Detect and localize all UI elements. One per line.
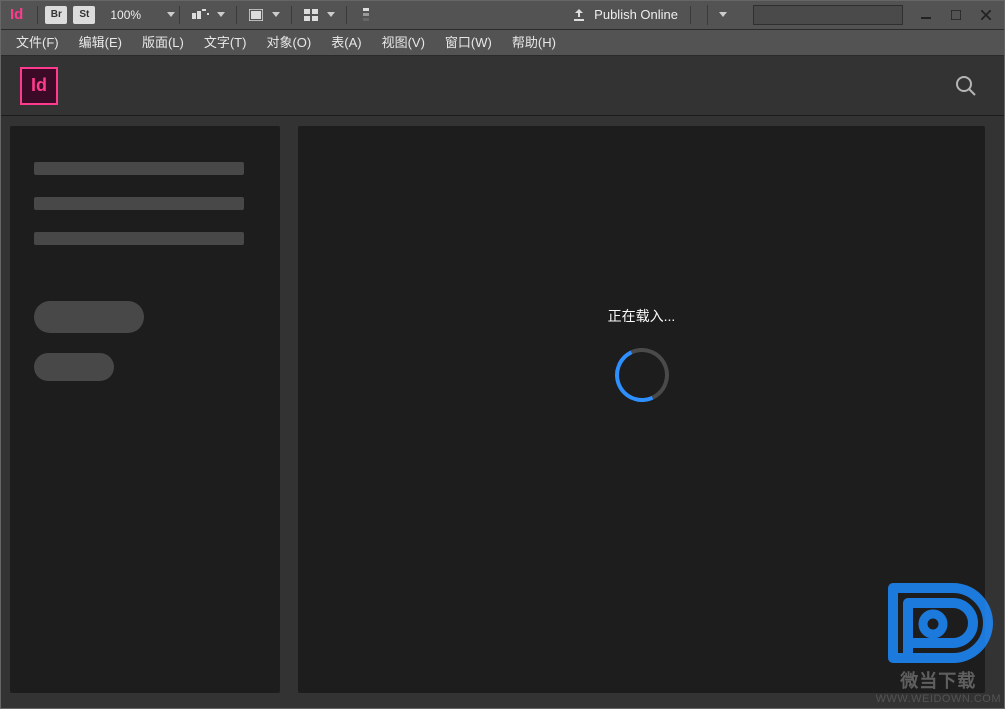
menu-view[interactable]: 视图(V) bbox=[372, 30, 435, 56]
left-panel bbox=[10, 126, 280, 693]
skeleton-line bbox=[34, 162, 244, 175]
menu-edit[interactable]: 编辑(E) bbox=[69, 30, 132, 56]
loading-spinner-icon bbox=[607, 340, 676, 409]
divider bbox=[690, 6, 691, 24]
menu-table[interactable]: 表(A) bbox=[321, 30, 371, 56]
view-mode-icons bbox=[192, 6, 375, 24]
publish-label: Publish Online bbox=[594, 7, 678, 22]
screen-mode-icon[interactable] bbox=[192, 8, 210, 22]
logo-row: Id bbox=[0, 56, 1005, 116]
maximize-button[interactable] bbox=[941, 4, 971, 26]
menu-window[interactable]: 窗口(W) bbox=[435, 30, 502, 56]
divider bbox=[179, 6, 180, 24]
chevron-down-icon[interactable] bbox=[217, 12, 225, 17]
main-panel: 正在载入... bbox=[298, 126, 985, 693]
minimize-button[interactable] bbox=[911, 4, 941, 26]
publish-online-button[interactable]: Publish Online bbox=[564, 5, 745, 25]
chevron-down-icon bbox=[719, 12, 727, 17]
search-icon[interactable] bbox=[955, 75, 977, 97]
indesign-logo[interactable]: Id bbox=[20, 67, 58, 105]
menu-type[interactable]: 文字(T) bbox=[194, 30, 257, 56]
close-button[interactable] bbox=[971, 4, 1001, 26]
title-search-input[interactable] bbox=[753, 5, 903, 25]
chevron-down-icon[interactable] bbox=[272, 12, 280, 17]
zoom-value: 100% bbox=[110, 8, 141, 22]
divider bbox=[37, 6, 38, 24]
bridge-icon[interactable]: Br bbox=[45, 6, 67, 24]
body: 正在载入... bbox=[0, 116, 1005, 709]
upload-icon bbox=[572, 8, 586, 22]
loading-text: 正在载入... bbox=[608, 306, 676, 326]
title-bar: Id Br St 100% Publish Online bbox=[0, 0, 1005, 30]
divider bbox=[236, 6, 237, 24]
app-label: Id bbox=[4, 6, 33, 23]
menu-layout[interactable]: 版面(L) bbox=[132, 30, 194, 56]
arrange-icon[interactable] bbox=[302, 8, 320, 22]
view-mode-normal-icon[interactable] bbox=[247, 8, 265, 22]
menu-object[interactable]: 对象(O) bbox=[256, 30, 321, 56]
chevron-down-icon bbox=[167, 12, 175, 17]
menu-help[interactable]: 帮助(H) bbox=[502, 30, 566, 56]
menu-file[interactable]: 文件(F) bbox=[6, 30, 69, 56]
gpu-icon[interactable] bbox=[357, 8, 375, 22]
chevron-down-icon[interactable] bbox=[327, 12, 335, 17]
divider bbox=[346, 6, 347, 24]
zoom-select[interactable]: 100% bbox=[110, 8, 175, 22]
menu-bar: 文件(F) 编辑(E) 版面(L) 文字(T) 对象(O) 表(A) 视图(V)… bbox=[0, 30, 1005, 56]
skeleton-line bbox=[34, 197, 244, 210]
publish-dropdown[interactable] bbox=[707, 5, 737, 25]
window-controls bbox=[911, 4, 1001, 26]
skeleton-button bbox=[34, 301, 144, 333]
skeleton-line bbox=[34, 232, 244, 245]
skeleton-button bbox=[34, 353, 114, 381]
divider bbox=[291, 6, 292, 24]
stock-icon[interactable]: St bbox=[73, 6, 95, 24]
